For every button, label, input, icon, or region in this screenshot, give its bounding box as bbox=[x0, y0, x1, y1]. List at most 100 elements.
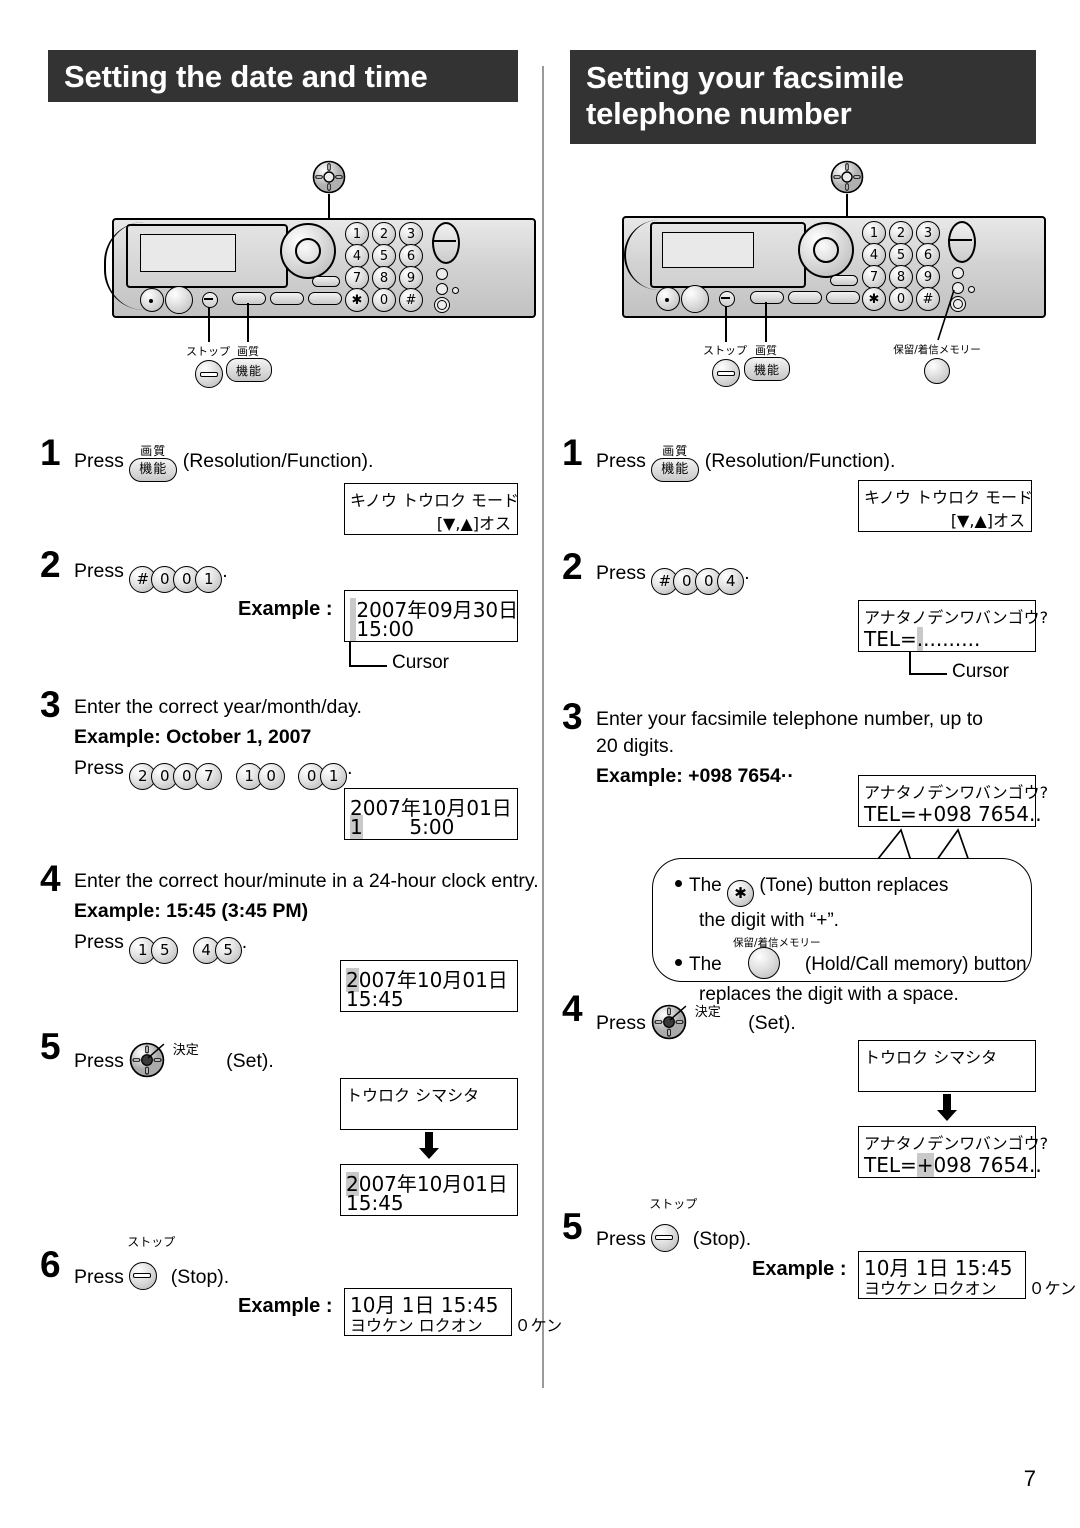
machine-key-6[interactable]: 6 bbox=[399, 244, 423, 268]
machine-key-4[interactable]: 4 bbox=[345, 244, 369, 268]
stop-callout-line bbox=[725, 306, 727, 342]
machine-key-hash[interactable]: # bbox=[399, 288, 423, 312]
step-3: 3 Enter your facsimile telephone number,… bbox=[562, 698, 1052, 1005]
lcd-line-2: [▼,▲]オス bbox=[436, 514, 511, 533]
callout-label-quality: 画質 bbox=[237, 345, 259, 358]
step-number: 2 bbox=[562, 546, 583, 587]
step-3-text-line1: Enter your facsimile telephone number, u… bbox=[596, 708, 983, 730]
lcd-display-step-3: アナタノデンワバンゴウ? TEL=+098 7654.. bbox=[858, 775, 1048, 827]
function-button-inline[interactable]: 画質 機能 bbox=[129, 444, 178, 482]
step-number: 3 bbox=[40, 684, 61, 725]
machine-stop-button[interactable] bbox=[719, 291, 735, 307]
machine-oval-button[interactable] bbox=[432, 222, 460, 264]
step-1: 1 Press 画質 機能 (Resolution/Function). キノウ… bbox=[562, 432, 1052, 536]
step-number: 1 bbox=[562, 432, 583, 473]
machine-key-7[interactable]: 7 bbox=[862, 265, 886, 289]
lcd-display-step-2: 2007年09月30日 15:00 bbox=[344, 590, 518, 642]
machine-key-2[interactable]: 2 bbox=[372, 222, 396, 246]
machine-key-1[interactable]: 1 bbox=[862, 221, 886, 245]
keypad-key-1b[interactable]: 1 bbox=[320, 763, 348, 790]
machine-stop-button[interactable] bbox=[202, 292, 218, 308]
machine-soft-key-2[interactable] bbox=[270, 292, 304, 305]
step-2-post: . bbox=[222, 560, 228, 582]
machine-key-7[interactable]: 7 bbox=[345, 266, 369, 290]
lcd-line-1: トウロク シマシタ bbox=[864, 1048, 998, 1067]
cursor-label: Cursor bbox=[952, 661, 1010, 682]
machine-indicator-3 bbox=[452, 287, 459, 294]
machine-key-9[interactable]: 9 bbox=[399, 266, 423, 290]
machine-function-key[interactable] bbox=[750, 291, 784, 304]
lcd-line-2: 15:00 bbox=[350, 617, 414, 641]
machine-key-tone[interactable]: ✱ bbox=[345, 288, 369, 312]
machine-key-6[interactable]: 6 bbox=[916, 243, 940, 267]
hold-callout-line bbox=[937, 289, 955, 341]
step-3-post: . bbox=[347, 757, 353, 779]
step-4-text: Enter the correct hour/minute in a 24-ho… bbox=[74, 870, 539, 892]
fax-machine-illustration-right: 1 2 3 4 5 6 7 8 9 ✱ 0 # ストップ 画質 保留/着信メモリ… bbox=[562, 150, 1052, 400]
lcd-line-1: アナタノデンワバンゴウ? bbox=[864, 608, 1049, 627]
page-number: 7 bbox=[1023, 1466, 1036, 1491]
callout-hold-button-icon bbox=[924, 358, 950, 384]
machine-navigator-center[interactable] bbox=[813, 237, 839, 263]
machine-oval-button[interactable] bbox=[948, 221, 976, 263]
navigator-set-icon[interactable] bbox=[651, 1004, 687, 1040]
step-3-text: Enter the correct year/month/day. bbox=[74, 696, 362, 718]
lcd-line-1: トウロク シマシタ bbox=[346, 1086, 480, 1105]
machine-key-8[interactable]: 8 bbox=[372, 266, 396, 290]
machine-key-4[interactable]: 4 bbox=[862, 243, 886, 267]
section-title-fax-number: Setting your facsimile telephone number bbox=[570, 50, 1036, 144]
machine-round-button-1-dot bbox=[149, 299, 153, 303]
machine-key-1[interactable]: 1 bbox=[345, 222, 369, 246]
machine-key-5[interactable]: 5 bbox=[889, 243, 913, 267]
keypad-key-5b[interactable]: 5 bbox=[214, 937, 242, 964]
machine-key-3[interactable]: 3 bbox=[916, 221, 940, 245]
machine-function-key[interactable] bbox=[232, 292, 266, 305]
machine-lcd-screen bbox=[662, 232, 754, 268]
column-date-time: 1 2 3 4 5 6 7 8 9 ✱ 0 # ストップ 画質 機能 1 Pre… bbox=[40, 150, 562, 1338]
machine-key-3[interactable]: 3 bbox=[399, 222, 423, 246]
lcd-line-1: アナタノデンワバンゴウ? bbox=[864, 783, 1049, 802]
keypad-key-7[interactable]: 7 bbox=[195, 763, 223, 790]
machine-key-tone[interactable]: ✱ bbox=[862, 287, 886, 311]
machine-key-5[interactable]: 5 bbox=[372, 244, 396, 268]
stop-button-jp-above: ストップ bbox=[649, 1197, 698, 1211]
section-title-date-time: Setting the date and time bbox=[48, 50, 518, 102]
machine-soft-key-3[interactable] bbox=[826, 291, 860, 304]
keypad-key-5[interactable]: 5 bbox=[151, 937, 179, 964]
step-6: 6 Press ストップ (Stop). Example : 10月 1日 15… bbox=[40, 1235, 562, 1338]
callout-label-hold: 保留/着信メモリー bbox=[893, 344, 981, 356]
column-divider bbox=[542, 66, 544, 1388]
machine-round-button-2[interactable] bbox=[681, 285, 709, 313]
step-number: 6 bbox=[40, 1244, 61, 1285]
tone-key-icon[interactable]: ✱ bbox=[727, 880, 755, 907]
navigator-set-icon[interactable] bbox=[129, 1042, 165, 1078]
press-label: Press bbox=[74, 450, 124, 472]
machine-indicator-1 bbox=[436, 268, 448, 280]
machine-navigator-center[interactable] bbox=[295, 238, 321, 264]
machine-soft-key-2[interactable] bbox=[788, 291, 822, 304]
machine-soft-key-3[interactable] bbox=[308, 292, 342, 305]
keypad-key-1[interactable]: 1 bbox=[195, 566, 223, 593]
keypad-key-4[interactable]: 4 bbox=[717, 568, 745, 595]
machine-key-2[interactable]: 2 bbox=[889, 221, 913, 245]
lcd-line-2: TEL=.......... bbox=[864, 627, 981, 651]
stop-button-inline[interactable] bbox=[651, 1224, 680, 1252]
navigator-set-jp: 決定 bbox=[694, 1005, 721, 1020]
press-label: Press bbox=[74, 931, 124, 953]
machine-soft-key[interactable] bbox=[312, 276, 340, 287]
stop-button-inline[interactable] bbox=[129, 1262, 158, 1290]
machine-soft-key[interactable] bbox=[830, 275, 858, 286]
function-button-jp-above: 画質 bbox=[140, 444, 167, 458]
lcd-line-2: [▼,▲]オス bbox=[950, 511, 1025, 530]
stop-callout-line bbox=[208, 307, 210, 342]
machine-key-0[interactable]: 0 bbox=[372, 288, 396, 312]
note-line-2: 保留/着信メモリー The (Hold/Call memory) button bbox=[675, 937, 1031, 979]
function-button-inline[interactable]: 画質 機能 bbox=[651, 444, 700, 482]
manual-page: Setting the date and time Setting your f… bbox=[0, 0, 1080, 1528]
keypad-key-0c[interactable]: 0 bbox=[257, 763, 285, 790]
callout-stop-button-icon bbox=[712, 359, 740, 387]
machine-indicator-1 bbox=[952, 267, 964, 279]
machine-round-button-2[interactable] bbox=[165, 286, 193, 314]
lcd-display-step-6: 10月 1日 15:45 ヨウケン ロクオン ０ケン bbox=[344, 1288, 562, 1336]
lcd-display-step-3: 2007年10月01日 115:005:00 bbox=[344, 788, 518, 840]
